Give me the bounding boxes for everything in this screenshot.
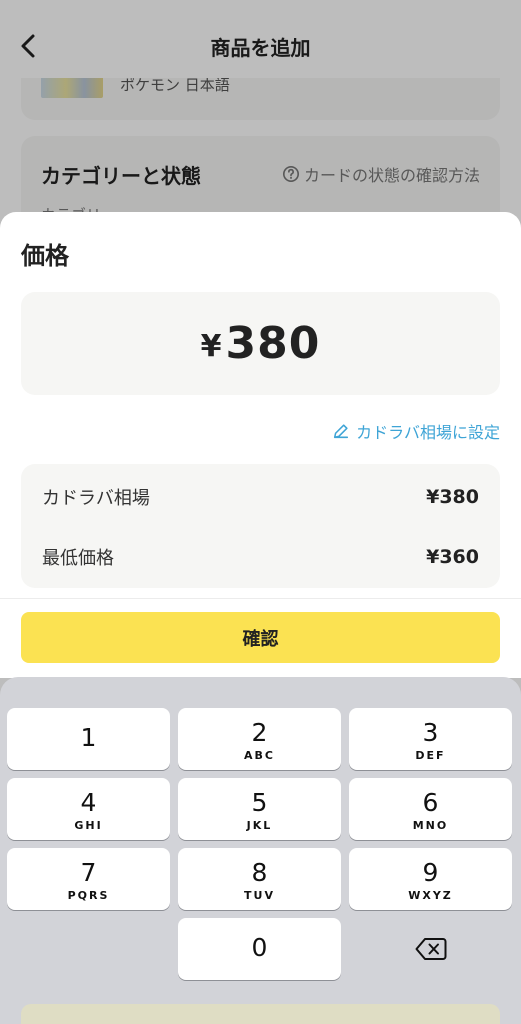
key-letters: MNO [412,819,449,832]
price-sheet: 価格 ¥ 380 カドラバ相場に設定 カドラバ相場 ¥380 最低価格 ¥360… [0,212,521,678]
delete-key[interactable] [349,918,512,980]
key-letters: WXYZ [408,889,453,902]
key-3[interactable]: 3 DEF [349,708,512,770]
numeric-keypad: 1 2 ABC 3 DEF 4 GHI 5 JKL 6 MNO 7 PQRS 8 TUV 9 W… [0,677,521,1024]
key-letters: GHI [74,819,103,832]
key-letters: DEF [415,749,446,762]
key-letters: ABC [244,749,275,762]
minimum-price-row: 最低価格 ¥360 [42,544,479,570]
minimum-price-value: ¥360 [426,546,479,568]
pencil-icon [334,424,349,439]
key-letters: PQRS [67,889,110,902]
key-digit: 0 [251,933,268,962]
price-amount: 380 [225,318,321,369]
key-digit: 5 [251,788,268,817]
bottom-bar [21,1004,500,1024]
key-8[interactable]: 8 TUV [178,848,341,910]
key-9[interactable]: 9 WXYZ [349,848,512,910]
market-price-row: カドラバ相場 ¥380 [42,484,479,510]
key-digit: 3 [422,718,439,747]
price-input[interactable]: ¥ 380 [21,292,500,395]
divider [0,598,521,599]
minimum-price-label: 最低価格 [42,548,114,569]
key-6[interactable]: 6 MNO [349,778,512,840]
key-digit: 9 [422,858,439,887]
price-info-panel: カドラバ相場 ¥380 最低価格 ¥360 [21,464,500,588]
backspace-icon [415,938,446,960]
set-market-price-link[interactable]: カドラバ相場に設定 [332,419,500,443]
market-price-value: ¥380 [426,486,479,508]
key-letters: JKL [246,819,273,832]
key-4[interactable]: 4 GHI [7,778,170,840]
key-7[interactable]: 7 PQRS [7,848,170,910]
key-5[interactable]: 5 JKL [178,778,341,840]
sheet-title: 価格 [21,242,69,270]
key-2[interactable]: 2 ABC [178,708,341,770]
key-letters: TUV [244,889,275,902]
key-digit: 7 [80,858,97,887]
set-market-price-label: カドラバ相場に設定 [356,423,500,442]
key-digit: 4 [80,788,97,817]
key-digit: 2 [251,718,268,747]
market-price-label: カドラバ相場 [42,488,150,509]
confirm-button[interactable]: 確認 [21,612,500,663]
key-digit: 1 [80,723,97,752]
currency-symbol: ¥ [200,329,222,364]
key-digit: 8 [251,858,268,887]
key-0[interactable]: 0 [178,918,341,980]
key-1[interactable]: 1 [7,708,170,770]
key-digit: 6 [422,788,439,817]
